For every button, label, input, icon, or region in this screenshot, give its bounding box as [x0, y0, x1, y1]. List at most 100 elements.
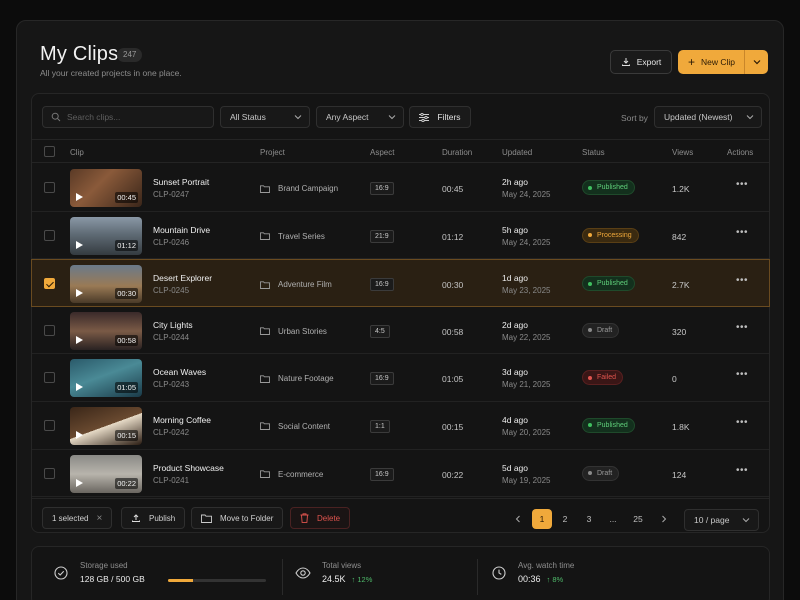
prev-page-button[interactable] [508, 509, 528, 529]
avg-watch-label: Avg. watch time [518, 561, 575, 570]
export-button[interactable]: Export [610, 50, 672, 74]
folder-icon [201, 514, 212, 523]
clip-name[interactable]: Mountain Drive [153, 225, 210, 235]
move-to-folder-button[interactable]: Move to Folder [191, 507, 284, 529]
filters-label: Filters [437, 112, 461, 122]
column-header-views[interactable]: Views [672, 148, 693, 157]
move-label: Move to Folder [220, 513, 274, 523]
more-actions-icon[interactable]: ••• [736, 227, 748, 238]
clip-thumbnail[interactable]: 01:05 [70, 359, 142, 398]
play-icon[interactable] [76, 289, 83, 298]
search-input[interactable] [67, 112, 207, 122]
clip-name[interactable]: Ocean Waves [153, 367, 206, 377]
sort-select[interactable]: Updated (Newest) [654, 106, 762, 128]
clip-name[interactable]: Desert Explorer [153, 273, 212, 283]
page-button-3[interactable]: 3 [579, 509, 599, 529]
clip-thumbnail[interactable]: 00:30 [70, 265, 142, 304]
clip-thumbnail[interactable]: 01:12 [70, 216, 142, 255]
updated-relative: 2d ago [502, 319, 528, 330]
total-views-value-row: 24.5K ↑ 12% [322, 574, 372, 584]
clip-thumbnail[interactable]: 00:58 [70, 311, 142, 350]
status-badge: Failed [582, 370, 624, 386]
select-all-checkbox[interactable] [44, 146, 55, 159]
row-checkbox[interactable] [44, 229, 55, 243]
aspect-filter-select[interactable]: Any Aspect [316, 106, 404, 128]
row-checkbox[interactable] [44, 278, 55, 291]
clip-thumbnail[interactable]: 00:22 [70, 454, 142, 493]
more-actions-icon[interactable]: ••• [736, 179, 748, 190]
more-actions-icon[interactable]: ••• [736, 275, 748, 286]
play-icon[interactable] [76, 383, 83, 392]
table-row[interactable]: 00:58 City Lights CLP-0244 Urban Stories… [32, 307, 769, 355]
table-row[interactable]: 00:22 Product Showcase CLP-0241 E-commer… [32, 450, 769, 498]
status-filter-select[interactable]: All Status [220, 106, 310, 128]
stats-panel: Storage used 128 GB / 500 GB Total views… [31, 546, 770, 600]
clip-id: CLP-0242 [153, 427, 190, 437]
clip-count-badge: 247 [117, 48, 143, 62]
column-header-aspect[interactable]: Aspect [370, 148, 394, 157]
new-clip-dropdown[interactable] [744, 50, 768, 74]
status-dot [588, 375, 592, 380]
clip-thumbnail[interactable]: 00:45 [70, 169, 142, 207]
clip-name[interactable]: Morning Coffee [153, 415, 211, 425]
more-actions-icon[interactable]: ••• [736, 417, 748, 428]
page-button-2[interactable]: 2 [555, 509, 575, 529]
per-page-select[interactable]: 10 / page [684, 509, 759, 531]
clip-name[interactable]: Product Showcase [153, 463, 224, 473]
upload-icon [132, 514, 140, 522]
views-cell: 320 [672, 326, 687, 337]
play-icon[interactable] [76, 478, 83, 487]
row-checkbox[interactable] [44, 419, 55, 433]
clear-selection-icon[interactable]: × [96, 513, 102, 524]
aspect-badge: 21:9 [370, 229, 394, 243]
page-button-25[interactable]: 25 [628, 509, 648, 529]
table-row[interactable]: 01:12 Mountain Drive CLP-0246 Travel Ser… [32, 212, 769, 260]
sliders-icon [419, 112, 430, 122]
delete-button[interactable]: Delete [290, 507, 351, 529]
new-clip-button[interactable]: + New Clip [678, 50, 768, 74]
selected-count-label: 1 selected [52, 513, 89, 523]
column-header-duration[interactable]: Duration [442, 148, 472, 157]
total-views-value: 24.5K [322, 574, 346, 584]
chevron-down-icon [746, 115, 754, 120]
column-header-clip[interactable]: Clip [70, 148, 84, 157]
status-dot [588, 471, 592, 476]
play-icon[interactable] [76, 430, 83, 439]
table-row[interactable]: 00:45 Sunset Portrait CLP-0247 Brand Cam… [32, 164, 769, 212]
row-checkbox[interactable] [44, 372, 55, 385]
project-cell: Brand Campaign [260, 184, 338, 193]
row-checkbox[interactable] [44, 182, 55, 195]
updated-date: May 20, 2025 [502, 427, 551, 437]
views-cell: 124 [672, 469, 687, 480]
clip-thumbnail[interactable]: 00:15 [70, 406, 142, 445]
more-actions-icon[interactable]: ••• [736, 322, 748, 333]
column-header-status[interactable]: Status [582, 148, 605, 157]
views-change: ↑ 12% [351, 575, 373, 584]
more-actions-icon[interactable]: ••• [736, 465, 748, 476]
aspect-badge: 1:1 [370, 419, 390, 433]
table-row[interactable]: 00:15 Morning Coffee CLP-0242 Social Con… [32, 402, 769, 450]
table-row[interactable]: 01:05 Ocean Waves CLP-0243 Nature Footag… [32, 354, 769, 402]
column-header-project[interactable]: Project [260, 148, 285, 157]
next-page-button[interactable] [654, 509, 674, 529]
search-field[interactable] [42, 106, 214, 128]
project-name: Nature Footage [278, 374, 334, 384]
clip-name[interactable]: City Lights [153, 320, 193, 330]
play-icon[interactable] [76, 335, 83, 344]
table-header: Clip Project Aspect Duration Updated Sta… [32, 139, 769, 163]
filters-button[interactable]: Filters [409, 106, 471, 128]
thumbnail-duration: 00:30 [115, 288, 138, 300]
column-header-updated[interactable]: Updated [502, 148, 532, 157]
play-icon[interactable] [76, 240, 83, 249]
table-row[interactable]: 00:30 Desert Explorer CLP-0245 Adventure… [31, 259, 770, 307]
updated-date: May 22, 2025 [502, 332, 551, 342]
row-checkbox[interactable] [44, 324, 55, 338]
page-button-1[interactable]: 1 [532, 509, 552, 529]
new-clip-main[interactable]: + New Clip [678, 50, 744, 74]
clip-name[interactable]: Sunset Portrait [153, 177, 209, 187]
more-actions-icon[interactable]: ••• [736, 369, 748, 380]
row-checkbox[interactable] [44, 467, 55, 481]
views-cell: 1.8K [672, 421, 690, 432]
play-icon[interactable] [76, 193, 83, 201]
publish-button[interactable]: Publish [121, 507, 186, 529]
